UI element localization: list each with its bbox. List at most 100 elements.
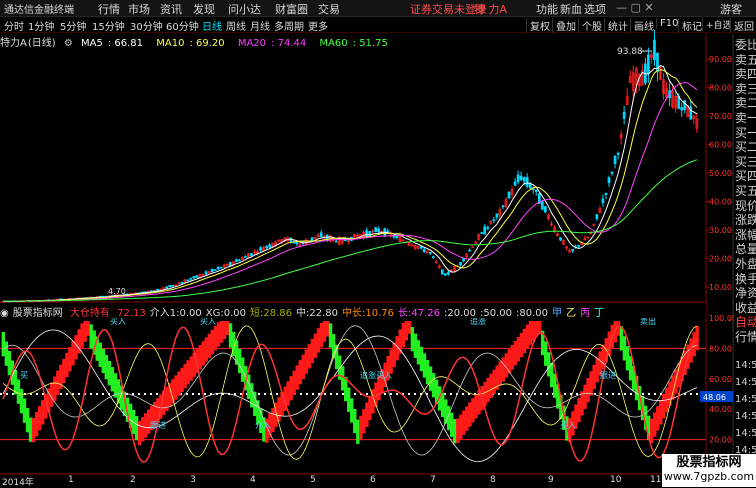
indicator-bar — [313, 333, 318, 358]
candle-body — [265, 245, 268, 249]
ma20-label: MA20 — [237, 38, 267, 49]
indicator-bar — [68, 346, 72, 372]
indicator-bar — [37, 406, 42, 431]
indicator-bar — [65, 352, 69, 378]
ma20-line — [2, 82, 698, 302]
candle-body — [528, 183, 532, 189]
candle-body — [577, 244, 581, 247]
time-axis-label: 11 — [650, 475, 662, 485]
indicator-bar — [519, 332, 524, 358]
indicator-value-12: 丙 — [579, 308, 590, 319]
candle-body — [525, 177, 529, 187]
indicator-bar — [50, 382, 54, 407]
sidebar-time-3: 14:50 — [735, 411, 756, 422]
settings-icon[interactable]: ⚙ — [64, 38, 73, 49]
indicator-bar — [325, 321, 330, 337]
signal-annotation: 跟进 — [150, 421, 166, 430]
indicator-bar — [628, 356, 633, 381]
indicator-bar — [98, 342, 102, 367]
candle-body — [428, 252, 432, 254]
indicator-bar — [456, 418, 460, 443]
watermark-url: www.7gpzb.com — [663, 470, 755, 483]
signal-annotation: 介入 — [255, 421, 271, 430]
indicator-bar — [298, 360, 302, 385]
indicator-values: 72.13 介入1:0.00 XG:0.00 短:28.86 中:22.80 中长:10.… — [117, 308, 608, 319]
indicator-bar — [116, 379, 121, 404]
indicator-bar — [525, 324, 530, 349]
candle-body — [177, 282, 181, 285]
indicator-bar — [425, 359, 430, 385]
indicator-bar — [577, 397, 581, 423]
indicator-bar — [292, 370, 296, 396]
candle-body — [622, 111, 626, 119]
time-axis-label: 4 — [250, 475, 256, 485]
ma5-label: MA5 — [81, 38, 103, 49]
indicator-bar — [134, 415, 139, 441]
indicator-bar — [431, 373, 436, 398]
candle-body — [444, 273, 447, 276]
indicator-source[interactable]: 股票指标网 — [13, 308, 63, 319]
indicator-bar — [416, 340, 421, 365]
indicator-bar — [89, 324, 93, 349]
time-axis-label: 7 — [430, 475, 436, 485]
indicator-bar — [453, 419, 457, 444]
indicator-bar — [7, 350, 12, 376]
candle-body — [610, 171, 614, 174]
indicator-name[interactable]: 大仓持有 — [70, 308, 110, 319]
indicator-bar — [328, 323, 333, 348]
indicator-bar — [553, 373, 557, 398]
indicator-bar — [550, 362, 554, 388]
candle-body — [571, 248, 574, 252]
signal-annotation: 跟进 — [600, 371, 616, 380]
indicator-bar — [498, 361, 502, 386]
indicator-bar — [31, 417, 36, 443]
indicator-bar — [53, 376, 57, 401]
candle-body — [165, 286, 168, 289]
indicator-info: ◉ 股票指标网 大仓持有 72.13 介入1:0.00 XG:0.00 短:28.86 中… — [0, 304, 706, 319]
signal-annotation: 追涨买入 — [360, 370, 392, 380]
watermark-logo: 股票指标网 www.7gpzb.com — [662, 454, 756, 487]
indicator-bar — [662, 393, 666, 419]
candle-body — [180, 282, 184, 284]
indicator-bar — [307, 344, 312, 369]
candle-body — [334, 240, 338, 243]
indicator-bar — [183, 363, 187, 389]
candle-body — [377, 228, 381, 233]
quote-sidebar: 委比 卖五 卖四 卖三 卖二 卖一 买一 买二 买三 买四 买五 现价 涨跌 涨幅 总量 外盘 换手 净资 收益 自动… — [734, 34, 756, 487]
candle-body — [171, 285, 175, 287]
indicator-value-3: 短:28.86 — [249, 308, 292, 319]
candle-body — [250, 252, 253, 256]
indicator-bar — [83, 321, 87, 342]
candle-body — [483, 226, 487, 235]
indicator-bar — [543, 341, 548, 366]
indicator-bar — [650, 418, 654, 443]
candle-body — [310, 237, 314, 242]
time-axis-label: 8 — [490, 475, 496, 485]
price-tick-label: 40.00 — [709, 198, 732, 207]
candle-body — [219, 266, 223, 269]
time-axis-label: 6 — [370, 475, 376, 485]
indicator-bar — [228, 323, 233, 348]
indicator-bar — [407, 321, 412, 334]
kline-chart[interactable]: 90.00 80.00 70.00 60.00 50.00 40.00 30.00 20.00… — [0, 0, 756, 487]
ma60-label: MA60 — [319, 38, 348, 49]
sidebar-time-2: 14:50 — [735, 394, 756, 405]
candle-body — [516, 174, 520, 183]
indicator-bar — [310, 338, 315, 364]
indicator-bar — [295, 365, 299, 390]
candle-body — [522, 176, 526, 182]
sidebar-item-20[interactable]: 行情 — [735, 328, 756, 345]
signal-annotation: 买 — [20, 371, 28, 380]
signal-annotation: 买入 — [560, 421, 576, 430]
candle-body — [607, 177, 611, 183]
indicator-bar — [340, 366, 345, 391]
indicator-icon: ◉ — [0, 308, 9, 319]
candle-body — [234, 259, 238, 263]
price-tick-label: 70.00 — [709, 112, 732, 121]
indicator-bar — [459, 414, 463, 439]
indicator-bar — [589, 371, 593, 396]
indicator-bar — [547, 352, 551, 377]
indicator-bar — [40, 400, 45, 425]
indicator-bar — [362, 409, 366, 434]
time-axis: 2014年 1 2 3 4 5 6 7 8 9 10 11 — [0, 475, 662, 488]
